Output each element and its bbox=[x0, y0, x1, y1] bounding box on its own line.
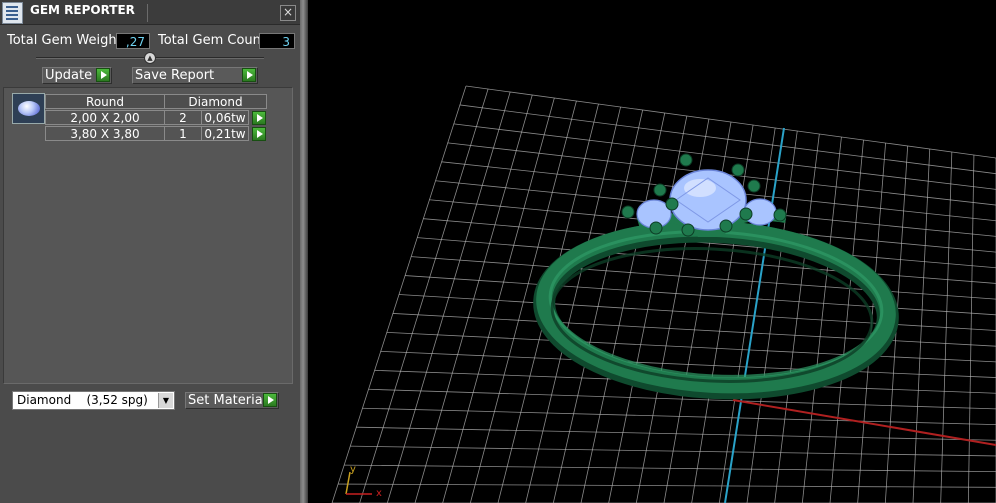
material-select[interactable]: Diamond (3,52 spg) ▼ bbox=[12, 391, 175, 410]
prong bbox=[739, 207, 753, 221]
total-gem-weight-value: ,27 bbox=[116, 33, 150, 49]
gem-reporter-panel: GEM REPORTER × Total Gem Weight ,27 Tota… bbox=[0, 0, 300, 503]
prong bbox=[731, 163, 745, 177]
3d-viewport[interactable]: y x bbox=[308, 0, 996, 503]
gem-reporter-icon bbox=[2, 2, 23, 24]
axis-gizmo-icon bbox=[345, 471, 372, 495]
title-divider bbox=[147, 4, 148, 22]
window-title: GEM REPORTER bbox=[30, 3, 135, 17]
gem-size-cell: 3,80 X 3,80 bbox=[45, 126, 165, 141]
save-report-button[interactable]: Save Report bbox=[132, 67, 258, 84]
set-material-button-label: Set Material bbox=[188, 393, 267, 408]
title-bar: GEM REPORTER × bbox=[0, 0, 300, 25]
gem-count-cell: 2 bbox=[164, 110, 202, 125]
save-report-button-label: Save Report bbox=[135, 68, 215, 83]
set-material-button[interactable]: Set Material bbox=[185, 392, 279, 409]
x-axis-line bbox=[732, 399, 996, 446]
prong bbox=[747, 179, 761, 193]
prong bbox=[665, 197, 679, 211]
total-gem-count-value: 3 bbox=[259, 33, 295, 49]
grid-line bbox=[459, 104, 996, 175]
row-go-icon[interactable] bbox=[252, 127, 266, 141]
row-go-icon[interactable] bbox=[252, 111, 266, 125]
grid-line bbox=[386, 332, 996, 363]
prong bbox=[679, 153, 693, 167]
panel-splitter[interactable] bbox=[300, 0, 308, 503]
prong bbox=[621, 205, 635, 219]
viewport-scene bbox=[331, 85, 996, 503]
total-gem-weight-label: Total Gem Weight bbox=[7, 33, 122, 48]
center-gem bbox=[669, 169, 747, 231]
play-icon bbox=[263, 393, 277, 407]
chevron-down-icon[interactable]: ▼ bbox=[158, 393, 173, 408]
gem-weight-cell: 0,21tw bbox=[201, 126, 249, 141]
column-header-material: Diamond bbox=[164, 94, 267, 109]
gem-size-cell: 2,00 X 2,00 bbox=[45, 110, 165, 125]
grid-line bbox=[392, 313, 996, 347]
round-gem-thumbnail[interactable] bbox=[12, 93, 45, 124]
grid-line bbox=[411, 256, 996, 300]
gem-count-cell: 1 bbox=[164, 126, 202, 141]
play-icon bbox=[96, 68, 110, 82]
prong bbox=[719, 219, 733, 233]
total-gem-count-label: Total Gem Count bbox=[158, 33, 266, 48]
round-gem-icon bbox=[18, 101, 40, 116]
prong bbox=[773, 208, 787, 222]
ground-grid bbox=[331, 85, 996, 503]
grid-line bbox=[465, 85, 996, 159]
prong bbox=[649, 221, 663, 235]
grid-line bbox=[350, 445, 996, 457]
grid-line bbox=[362, 407, 996, 425]
update-button[interactable]: Update bbox=[42, 67, 112, 84]
prong bbox=[653, 183, 667, 197]
column-header-shape: Round bbox=[45, 94, 165, 109]
material-select-value: Diamond (3,52 spg) bbox=[17, 393, 148, 407]
gem-weight-cell: 0,06tw bbox=[201, 110, 249, 125]
play-icon bbox=[242, 68, 256, 82]
update-button-label: Update bbox=[45, 68, 93, 83]
grid-line bbox=[398, 294, 996, 331]
prong bbox=[681, 223, 695, 237]
collapse-toggle-icon[interactable]: ▲ bbox=[144, 52, 156, 64]
close-icon[interactable]: × bbox=[280, 5, 296, 21]
grid-line bbox=[405, 275, 996, 316]
gem-list: Round Diamond 2,00 X 2,00 2 0,06tw 3,80 … bbox=[3, 87, 293, 384]
